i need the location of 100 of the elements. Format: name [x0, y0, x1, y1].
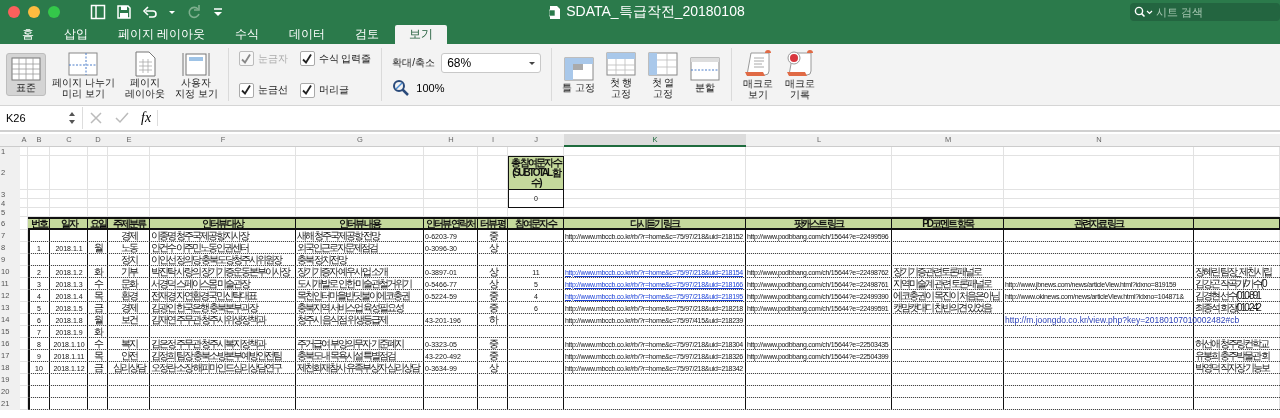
table-header-cell: 요일 [88, 217, 108, 230]
table-cell-text: 목 [93, 350, 104, 362]
name-box[interactable]: K26 [0, 107, 83, 129]
table-cell-text: 김광인 한국은행 충북본부 과장 [150, 302, 259, 314]
table-cell-text: 캣맘캣대디 찬반의견 있었음 [892, 302, 993, 314]
freeze-button[interactable]: 첫 행 고정 [600, 47, 641, 102]
table-cell-text: 하 [488, 314, 499, 326]
table-cell-text: 화 [93, 266, 104, 278]
sidebar-icon[interactable] [90, 4, 106, 20]
freeze-button[interactable]: 분할 [684, 53, 725, 96]
table-cell-text: 장기기증자 예우사업 소개 [296, 266, 389, 278]
table-cell-text: 지역미술계 관련 토론 패널로 [892, 278, 993, 290]
table-cell-text: 화 [93, 326, 104, 338]
freeze-row-icon [605, 50, 636, 77]
zoom-icon [392, 78, 411, 97]
table-cell-text: 장기기증관련토론패널로 [892, 266, 983, 278]
view-button[interactable]: 페이지 나누기 미리 보기 [48, 47, 119, 102]
window-title: SDATA_특급작전_20180108 [566, 3, 745, 21]
table-cell-text: 중 [488, 302, 499, 314]
zoom-label: 확대/축소 [392, 55, 436, 70]
close-button[interactable] [8, 6, 20, 18]
table-cell-text: 안전 [120, 350, 139, 362]
ribbon-tab[interactable]: 홈 [8, 25, 48, 44]
ribbon-tab[interactable]: 검토 [341, 25, 394, 44]
save-icon[interactable] [116, 4, 132, 20]
table-header-cell: 참여문자 수 [508, 217, 564, 230]
table-cell-text: 에코충권이 목진이 처음은 아님 [892, 290, 1001, 302]
table-cell-text: 전재경 자연환경국민신탁대표 [150, 290, 258, 302]
table-header-cell: 팟캐스트 링크 [746, 217, 892, 230]
table-cell-text: 복지 [120, 338, 139, 350]
table-header-cell: 번호 [28, 217, 50, 230]
table-cell-text: 기부 [120, 266, 139, 278]
checkbox[interactable] [299, 51, 315, 67]
table-cell-text: 제천화재참사 유족부상자 심리상담 [296, 362, 421, 374]
table-cell-text: 중 [488, 290, 499, 302]
table-cell-text: 심리상담 [112, 362, 147, 374]
table-cell-text: 수 [93, 338, 104, 350]
table-cell-text: 안건수 이주민노동인권센터 [150, 242, 250, 254]
checkbox[interactable] [238, 82, 254, 98]
ribbon-tab[interactable]: 데이터 [275, 25, 340, 44]
zoom-reset-button[interactable]: 100% [392, 78, 445, 97]
table-cell-text: 중 [488, 350, 499, 362]
ribbon-tab[interactable]: 페이지 레이아웃 [104, 25, 220, 44]
table-cell-text: 보건 [120, 314, 139, 326]
table-cell-text: 충북도내 목욕시설 특별점검 [296, 350, 397, 362]
table-cell-text: 상 [488, 242, 499, 254]
ribbon-tab[interactable]: 보기 [395, 25, 448, 44]
page-break-icon [68, 50, 99, 77]
scroll-icon [742, 49, 773, 78]
checkbox-label[interactable]: 머리글 [318, 83, 349, 98]
freeze-button[interactable]: 첫 열 고정 [642, 47, 683, 102]
redo-icon[interactable] [186, 4, 202, 20]
table-cell-text: 금 [93, 302, 104, 314]
table-cell-text: 충북지역 서비스업 육성 필요성 [296, 302, 405, 314]
summary-label: 총 참여문자 수 (SUBTOTAL 함수) [508, 156, 564, 190]
grid-icon [11, 56, 41, 82]
table-cell-text: 경제 [120, 302, 139, 314]
view-button[interactable]: 페이지 레이아웃 [120, 47, 169, 102]
table-cell-text: 금 [93, 362, 104, 374]
table-cell-text: 청주시 음식점 위생등급제 [296, 314, 389, 326]
table-cell-text: 수 [93, 278, 104, 290]
checkbox-label[interactable]: 수식 입력줄 [318, 51, 372, 66]
confirm-icon[interactable] [115, 111, 129, 125]
table-cell-text: 유봉희 충주박물관 회 [1194, 350, 1271, 362]
zoom-dropdown[interactable]: 68% [441, 52, 542, 73]
table-cell-text: 상 [488, 278, 499, 290]
table-cell-text: 월 [93, 314, 104, 326]
table-cell-text: 도시개발로 인한 미술관 철거위기 [296, 278, 413, 290]
minimize-button[interactable] [28, 6, 40, 18]
freeze-button[interactable]: 틀 고정 [558, 53, 599, 96]
ribbon-tab[interactable]: 수식 [221, 25, 274, 44]
cancel-icon[interactable] [89, 111, 103, 125]
undo-icon[interactable] [142, 4, 158, 20]
table-header-cell: PD코멘트 항목 [892, 217, 1004, 230]
table-cell-text: 김은정 주무관 청주시 복지정책과 [150, 338, 267, 350]
view-button[interactable]: 사용자 지정 보기 [170, 47, 222, 102]
table-cell-text: 상 [488, 266, 499, 278]
zoom-button[interactable] [48, 6, 60, 18]
freeze-column-icon [647, 50, 678, 77]
table-header-cell: 다시듣기 링크 [564, 217, 746, 230]
table-cell-text: 충북 정치전망 [296, 254, 348, 266]
table-header-cell: 일자 [50, 217, 88, 230]
view-button[interactable]: 표준 [6, 53, 46, 96]
table-cell-text: 이종명 청주국제공항지사장 [150, 230, 250, 242]
spreadsheet-file-icon [549, 4, 562, 20]
stepper-icon[interactable] [68, 111, 76, 125]
table-cell-text: 월 [93, 241, 104, 255]
table-cell-text: 외국인근로자문제점검 [296, 242, 379, 254]
checkbox[interactable] [299, 82, 315, 98]
ribbon-tab[interactable]: 삽입 [50, 25, 102, 44]
search-field[interactable]: 시트 검색 [1130, 3, 1280, 21]
table-cell-text: 주거급여 부양의무자 기준 폐지 [296, 338, 405, 350]
checkbox-label[interactable]: 눈금선 [257, 83, 288, 98]
table-cell-text: 장혜린 팀장_제천시립 [1194, 266, 1273, 278]
table-header-cell: 인터뷰 연락처 [424, 217, 478, 230]
table-header-cell: 관련자료 링크 [1004, 217, 1194, 230]
table-cell-text: 김정희 팀장 충북소방본부 예방안전팀 [150, 350, 283, 362]
macro-button[interactable]: 매크로 기록 [779, 46, 820, 103]
table-cell-text: 목 [93, 290, 104, 302]
macro-button[interactable]: 매크로 보기 [737, 46, 778, 103]
